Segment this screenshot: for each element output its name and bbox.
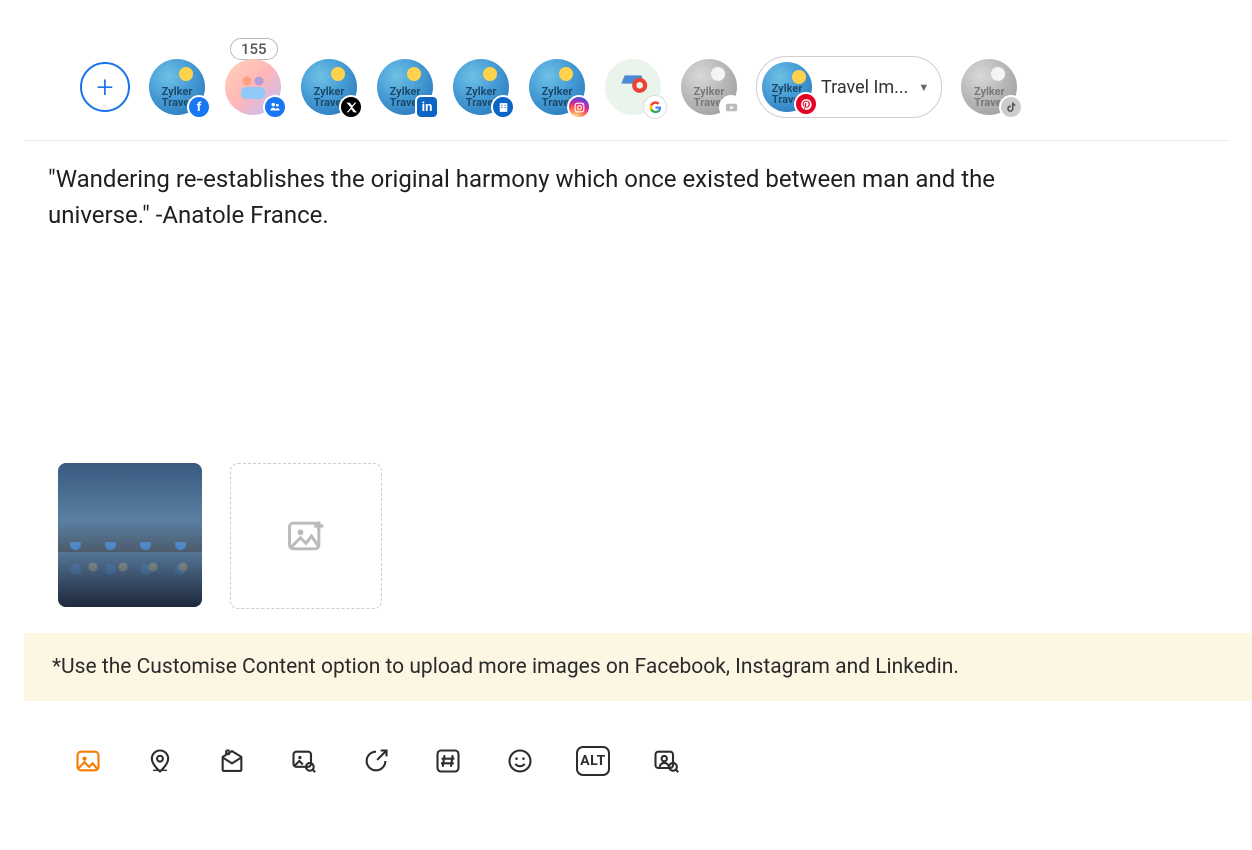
channel-row: + Zylker Travel f 155 Zylker Travel [24,0,1228,141]
compose-text[interactable]: "Wandering re-establishes the original h… [48,161,1008,233]
external-link-button[interactable] [360,745,392,777]
channel-facebook-group[interactable]: 155 [224,58,282,116]
youtube-icon [719,95,743,119]
channel-x[interactable]: Zylker Travel [300,58,358,116]
instagram-icon [567,95,591,119]
compose-toolbar: ALT [0,701,1252,817]
share-button[interactable] [216,745,248,777]
channel-pinterest-label: Travel Im... [821,77,908,98]
compose-area[interactable]: "Wandering re-establishes the original h… [0,141,1252,253]
channel-instagram[interactable]: Zylker Travel [528,58,586,116]
channel-google-business[interactable] [604,58,662,116]
hint-bar: *Use the Customise Content option to upl… [24,633,1252,701]
channel-facebook[interactable]: Zylker Travel f [148,58,206,116]
channel-pinterest[interactable]: Zylker Travel Travel Im... ▼ [756,56,942,118]
attachment-row [0,433,1252,633]
channel-youtube[interactable]: Zylker Travel [680,58,738,116]
plus-icon: + [97,70,114,105]
attached-image[interactable] [58,463,202,607]
linkedin-icon: in [415,95,439,119]
tiktok-icon [999,95,1023,119]
pinterest-icon [794,92,818,116]
emoji-button[interactable] [504,745,536,777]
add-image-button[interactable] [230,463,382,609]
image-search-button[interactable] [288,745,320,777]
hashtag-button[interactable] [432,745,464,777]
channel-linkedin-company[interactable]: Zylker Travel [452,58,510,116]
media-button[interactable] [72,745,104,777]
x-icon [339,95,363,119]
count-badge: 155 [230,38,278,60]
alt-label: ALT [580,753,606,769]
linkedin-company-icon [491,95,515,119]
hint-text: *Use the Customise Content option to upl… [52,655,959,679]
channel-linkedin[interactable]: Zylker Travel in [376,58,434,116]
add-image-icon [284,514,328,558]
location-button[interactable] [144,745,176,777]
google-icon [643,95,667,119]
channel-tiktok[interactable]: Zylker Travel [960,58,1018,116]
alt-text-button[interactable]: ALT [576,746,610,776]
facebook-icon: f [187,95,211,119]
add-channel-button[interactable]: + [80,62,130,112]
group-icon [263,95,287,119]
tag-people-button[interactable] [650,745,682,777]
chevron-down-icon: ▼ [918,81,929,94]
